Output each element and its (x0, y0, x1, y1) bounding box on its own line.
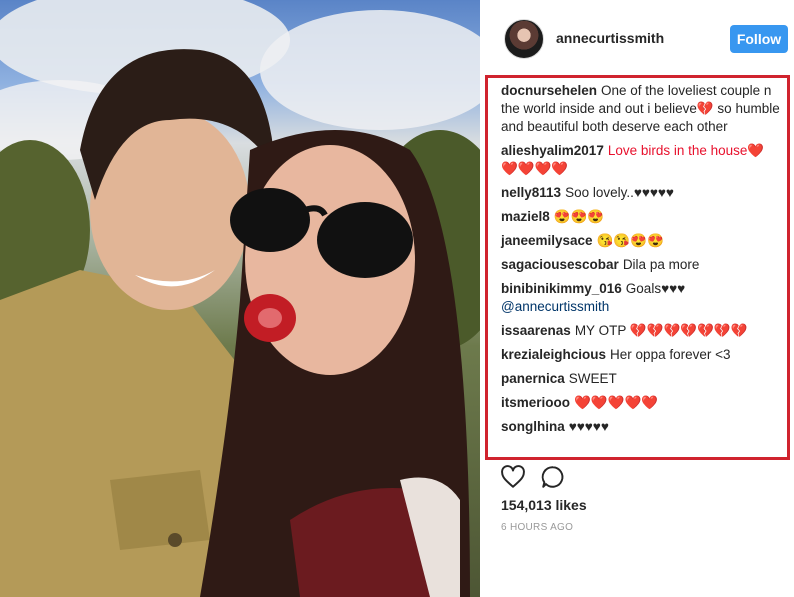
comment-text: Goals♥♥♥ (625, 281, 686, 296)
comment-username[interactable]: songlhina (501, 419, 565, 434)
comment-text: MY OTP 💔💔💔💔💔💔💔 (574, 323, 748, 338)
comment-text: 😘😘😍😍 (596, 233, 664, 248)
comment-bubble-icon[interactable] (540, 464, 566, 490)
comment-text: SWEET (568, 371, 617, 386)
comment-username[interactable]: janeemilysace (501, 233, 593, 248)
post-photo[interactable] (0, 0, 480, 597)
comment-username[interactable]: krezialeighcious (501, 347, 606, 362)
post-header: annecurtissmith Follow (480, 0, 794, 78)
comment-item: issaarenas MY OTP 💔💔💔💔💔💔💔 (501, 322, 781, 340)
comment-username[interactable]: nelly8113 (501, 185, 561, 200)
comment-text: Soo lovely..♥♥♥♥♥ (565, 185, 674, 200)
comment-username[interactable]: maziel8 (501, 209, 550, 224)
comment-text: Dila pa more (622, 257, 700, 272)
highlighted-comments-box: docnursehelen One of the loveliest couple… (485, 75, 790, 460)
comment-item: songlhina ♥♥♥♥♥ (501, 418, 781, 436)
likes-count[interactable]: 154,013 likes (501, 497, 587, 513)
comment-username[interactable]: sagaciousescobar (501, 257, 619, 272)
comment-item: krezialeighcious Her oppa forever <3 (501, 346, 781, 364)
comment-username[interactable]: itsmeriooo (501, 395, 570, 410)
post-side-panel: annecurtissmith Follow docnursehelen One … (480, 0, 794, 597)
comment-item: sagaciousescobar Dila pa more (501, 256, 781, 274)
comment-username[interactable]: binibinikimmy_016 (501, 281, 622, 296)
comment-item: binibinikimmy_016 Goals♥♥♥ @annecurtissmi… (501, 280, 781, 316)
comment-item: maziel8 😍😍😍 (501, 208, 781, 226)
comment-item: itsmeriooo ❤️❤️❤️❤️❤️ (501, 394, 781, 412)
avatar[interactable] (504, 19, 544, 59)
photo-illustration (0, 0, 480, 597)
comments-list: docnursehelen One of the loveliest couple… (501, 82, 781, 442)
comment-text: ♥♥♥♥♥ (568, 419, 609, 434)
comment-item: nelly8113 Soo lovely..♥♥♥♥♥ (501, 184, 781, 202)
comment-username[interactable]: issaarenas (501, 323, 571, 338)
comment-text: 😍😍😍 (553, 209, 605, 224)
comment-item: panernica SWEET (501, 370, 781, 388)
comment-username[interactable]: panernica (501, 371, 565, 386)
heart-outline-icon[interactable] (500, 464, 526, 490)
comment-username[interactable]: alieshyalim2017 (501, 143, 604, 158)
comment-username[interactable]: docnursehelen (501, 83, 597, 98)
follow-button[interactable]: Follow (730, 25, 788, 53)
comment-text: Her oppa forever <3 (610, 347, 731, 362)
comment-item: alieshyalim2017 Love birds in the house❤️… (501, 142, 781, 178)
post-timestamp[interactable]: 6 HOURS AGO (501, 522, 573, 533)
comment-item: docnursehelen One of the loveliest couple… (501, 82, 781, 136)
comment-text: ❤️❤️❤️❤️❤️ (574, 395, 659, 410)
comment-item: janeemilysace 😘😘😍😍 (501, 232, 781, 250)
comment-mention-link[interactable]: @annecurtissmith (501, 299, 609, 314)
post-actions (500, 464, 620, 492)
header-username[interactable]: annecurtissmith (556, 30, 664, 46)
